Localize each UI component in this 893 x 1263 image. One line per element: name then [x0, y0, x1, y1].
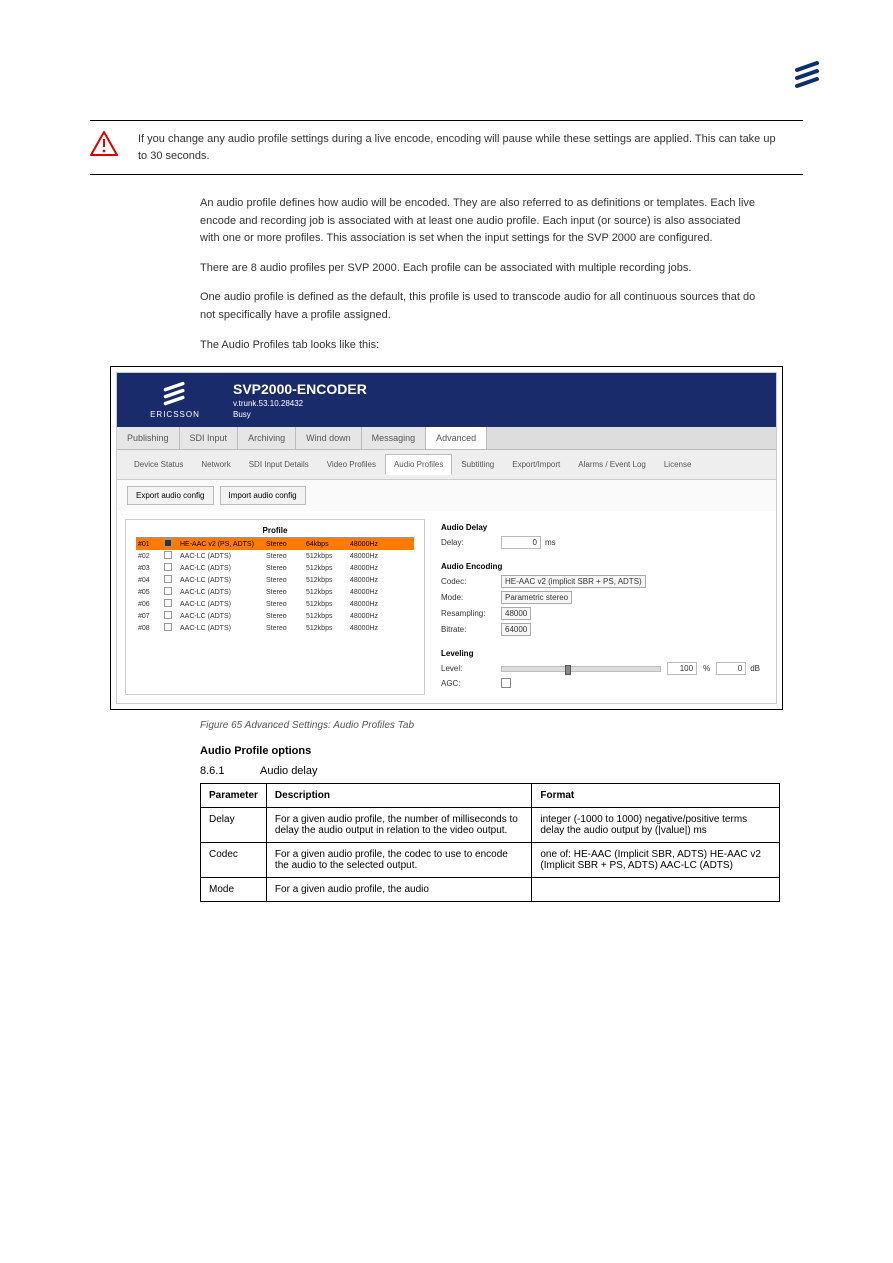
delay-input[interactable]: 0: [501, 536, 541, 549]
section-heading: 8.6.1Audio delay: [200, 765, 803, 777]
profile-list-header: Profile: [136, 526, 414, 538]
profile-row[interactable]: #05AAC-LC (ADTS)Stereo512kbps48000Hz: [136, 586, 414, 598]
resampling-label: Resampling:: [441, 609, 501, 618]
agc-label: AGC:: [441, 679, 501, 688]
subtab-license[interactable]: License: [655, 454, 701, 475]
codec-label: Codec:: [441, 577, 501, 586]
divider: [90, 120, 803, 121]
table-row: CodecFor a given audio profile, the code…: [201, 843, 780, 878]
screenshot-figure: ERICSSON SVP2000-ENCODER v.trunk.53.10.2…: [110, 366, 783, 710]
mode-select[interactable]: Parametric stereo: [501, 591, 572, 604]
profile-row[interactable]: #06AAC-LC (ADTS)Stereo512kbps48000Hz: [136, 598, 414, 610]
profile-checkbox[interactable]: [164, 587, 172, 595]
level-slider[interactable]: [501, 666, 661, 672]
table-row: DelayFor a given audio profile, the numb…: [201, 808, 780, 843]
profile-checkbox[interactable]: [164, 623, 172, 631]
pct-unit: %: [703, 664, 710, 673]
profile-checkbox[interactable]: [164, 575, 172, 583]
profile-row[interactable]: #03AAC-LC (ADTS)Stereo512kbps48000Hz: [136, 562, 414, 574]
subtab-sdi-input-details[interactable]: SDI Input Details: [240, 454, 318, 475]
table-row: ModeFor a given audio profile, the audio: [201, 878, 780, 902]
tab-archiving[interactable]: Archiving: [238, 427, 296, 449]
db-unit: dB: [750, 664, 760, 673]
mode-label: Mode:: [441, 593, 501, 602]
profile-checkbox[interactable]: [164, 551, 172, 559]
warning-icon: [90, 131, 118, 162]
audio-delay-section: Audio Delay Delay: 0 ms: [441, 523, 760, 552]
parameter-table: Parameter Description Format DelayFor a …: [200, 783, 780, 902]
app-title: SVP2000-ENCODER: [233, 381, 768, 397]
profile-row[interactable]: #08AAC-LC (ADTS)Stereo512kbps48000Hz: [136, 622, 414, 634]
profile-checkbox[interactable]: [164, 599, 172, 607]
ericsson-logo-top: [793, 60, 823, 90]
figure-caption: Figure 65 Advanced Settings: Audio Profi…: [200, 720, 803, 731]
subtab-subtitling[interactable]: Subtitling: [452, 454, 503, 475]
options-heading: Audio Profile options: [200, 745, 803, 757]
resampling-select[interactable]: 48000: [501, 607, 531, 620]
divider: [90, 174, 803, 175]
export-audio-config-button[interactable]: Export audio config: [127, 486, 214, 505]
subtab-export-import[interactable]: Export/Import: [503, 454, 569, 475]
import-audio-config-button[interactable]: Import audio config: [220, 486, 306, 505]
tab-advanced[interactable]: Advanced: [426, 427, 487, 449]
app-status: Busy: [233, 410, 768, 419]
profile-checkbox[interactable]: [164, 611, 172, 619]
level-db-input[interactable]: 0: [716, 662, 746, 675]
app-header: ERICSSON SVP2000-ENCODER v.trunk.53.10.2…: [117, 373, 776, 427]
audio-encoding-section: Audio Encoding Codec: HE-AAC v2 (implici…: [441, 562, 760, 639]
profile-row[interactable]: #07AAC-LC (ADTS)Stereo512kbps48000Hz: [136, 610, 414, 622]
profile-row[interactable]: #04AAC-LC (ADTS)Stereo512kbps48000Hz: [136, 574, 414, 586]
tab-sdi-input[interactable]: SDI Input: [180, 427, 239, 449]
tab-messaging[interactable]: Messaging: [362, 427, 427, 449]
app-version: v.trunk.53.10.28432: [233, 399, 768, 408]
profile-row[interactable]: #02AAC-LC (ADTS)Stereo512kbps48000Hz: [136, 550, 414, 562]
level-pct-input[interactable]: 100: [667, 662, 697, 675]
level-label: Level:: [441, 664, 501, 673]
subtab-device-status[interactable]: Device Status: [125, 454, 192, 475]
profile-row[interactable]: #01HE-AAC v2 (PS, ADTS)Stereo64kbps48000…: [136, 538, 414, 550]
profile-checkbox[interactable]: [164, 563, 172, 571]
subtab-video-profiles[interactable]: Video Profiles: [318, 454, 385, 475]
sub-tabs: Device StatusNetworkSDI Input DetailsVid…: [117, 450, 776, 480]
delay-unit: ms: [545, 538, 556, 547]
delay-label: Delay:: [441, 538, 501, 547]
tab-publishing[interactable]: Publishing: [117, 427, 180, 449]
profile-checkbox[interactable]: [164, 539, 172, 547]
tab-wind-down[interactable]: Wind down: [296, 427, 362, 449]
warning-text: If you change any audio profile settings…: [138, 131, 783, 164]
bitrate-label: Bitrate:: [441, 625, 501, 634]
subtab-network[interactable]: Network: [192, 454, 239, 475]
main-tabs: PublishingSDI InputArchivingWind downMes…: [117, 427, 776, 450]
ericsson-logo: ERICSSON: [125, 381, 225, 419]
leveling-section: Leveling Level: 100 % 0 dB AGC:: [441, 649, 760, 691]
profile-list-panel: Profile #01HE-AAC v2 (PS, ADTS)Stereo64k…: [125, 519, 425, 695]
subtab-alarms-event-log[interactable]: Alarms / Event Log: [569, 454, 655, 475]
intro-text: An audio profile defines how audio will …: [200, 195, 763, 354]
agc-checkbox[interactable]: [501, 678, 511, 688]
codec-select[interactable]: HE-AAC v2 (implicit SBR + PS, ADTS): [501, 575, 646, 588]
subtab-audio-profiles[interactable]: Audio Profiles: [385, 454, 452, 475]
bitrate-select[interactable]: 64000: [501, 623, 531, 636]
